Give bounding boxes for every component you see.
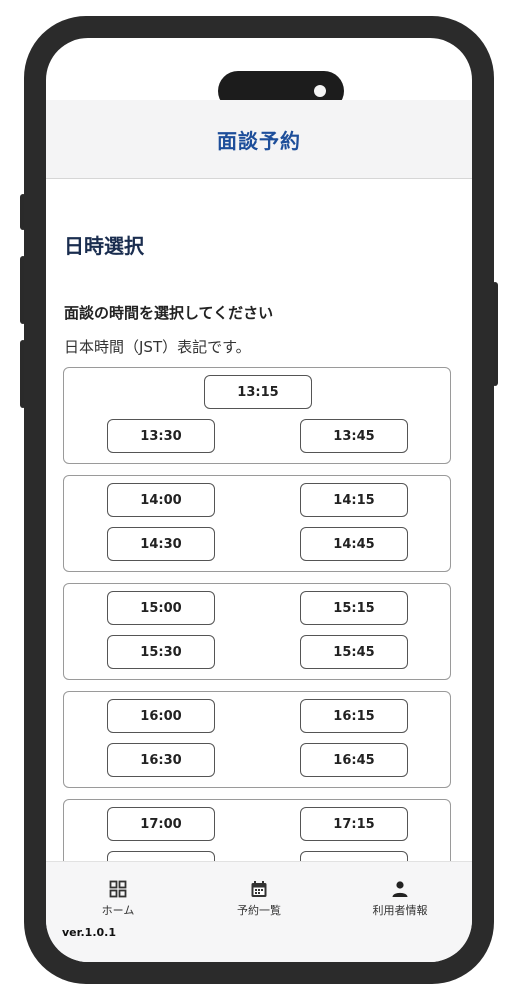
time-slot-button[interactable]: 15:15 — [300, 591, 408, 625]
calendar-icon — [251, 881, 267, 897]
time-slot-button[interactable]: 16:30 — [107, 743, 215, 777]
time-slot-list[interactable]: 13:15 13:30 13:45 14:00 14:15 14:30 14:4… — [63, 367, 455, 861]
tab-label: 利用者情報 — [372, 904, 428, 917]
page-title: 面談予約 — [217, 128, 301, 153]
app-header: 面談予約 — [46, 100, 472, 179]
person-icon — [392, 881, 408, 897]
tab-label: 予約一覧 — [237, 904, 281, 917]
time-slot-group: 15:00 15:15 15:30 15:45 — [63, 583, 451, 680]
time-slot-button[interactable]: 13:45 — [300, 419, 408, 453]
time-slot-group: 16:00 16:15 16:30 16:45 — [63, 691, 451, 788]
time-slot-button[interactable] — [107, 851, 215, 861]
time-slot-group: 13:15 13:30 13:45 — [63, 367, 451, 464]
time-slot-button[interactable]: 14:15 — [300, 483, 408, 517]
time-slot-button[interactable]: 15:00 — [107, 591, 215, 625]
tab-user-info[interactable]: 利用者情報 — [340, 880, 460, 918]
grid-icon — [109, 880, 127, 898]
time-slot-button[interactable]: 17:00 — [107, 807, 215, 841]
tab-home[interactable]: ホーム — [58, 880, 178, 918]
timezone-note: 日本時間（JST）表記です。 — [64, 338, 251, 356]
tab-label: ホーム — [101, 904, 135, 917]
phone-screen: 面談予約 日時選択 面談の時間を選択してください 日本時間（JST）表記です。 … — [46, 38, 472, 962]
time-slot-button[interactable] — [300, 851, 408, 861]
time-slot-button[interactable]: 14:30 — [107, 527, 215, 561]
instruction-text: 面談の時間を選択してください — [64, 304, 274, 322]
time-slot-button[interactable]: 13:30 — [107, 419, 215, 453]
phone-frame: 面談予約 日時選択 面談の時間を選択してください 日本時間（JST）表記です。 … — [24, 16, 494, 984]
section-title: 日時選択 — [64, 234, 144, 258]
time-slot-button[interactable]: 16:00 — [107, 699, 215, 733]
time-slot-button[interactable]: 16:15 — [300, 699, 408, 733]
time-slot-button[interactable]: 14:45 — [300, 527, 408, 561]
time-slot-button[interactable]: 15:45 — [300, 635, 408, 669]
version-label: ver.1.0.1 — [62, 926, 116, 939]
time-slot-button[interactable]: 16:45 — [300, 743, 408, 777]
time-slot-button[interactable]: 17:15 — [300, 807, 408, 841]
bottom-tab-bar: ホーム 予約一覧 利用者情報 ver.1.0.1 — [46, 861, 472, 962]
camera-icon — [314, 85, 326, 97]
time-slot-group: 17:00 17:15 — [63, 799, 451, 861]
time-slot-button[interactable]: 14:00 — [107, 483, 215, 517]
tab-reservations[interactable]: 予約一覧 — [199, 880, 319, 918]
time-slot-group: 14:00 14:15 14:30 14:45 — [63, 475, 451, 572]
time-slot-button[interactable]: 13:15 — [204, 375, 312, 409]
time-slot-button[interactable]: 15:30 — [107, 635, 215, 669]
